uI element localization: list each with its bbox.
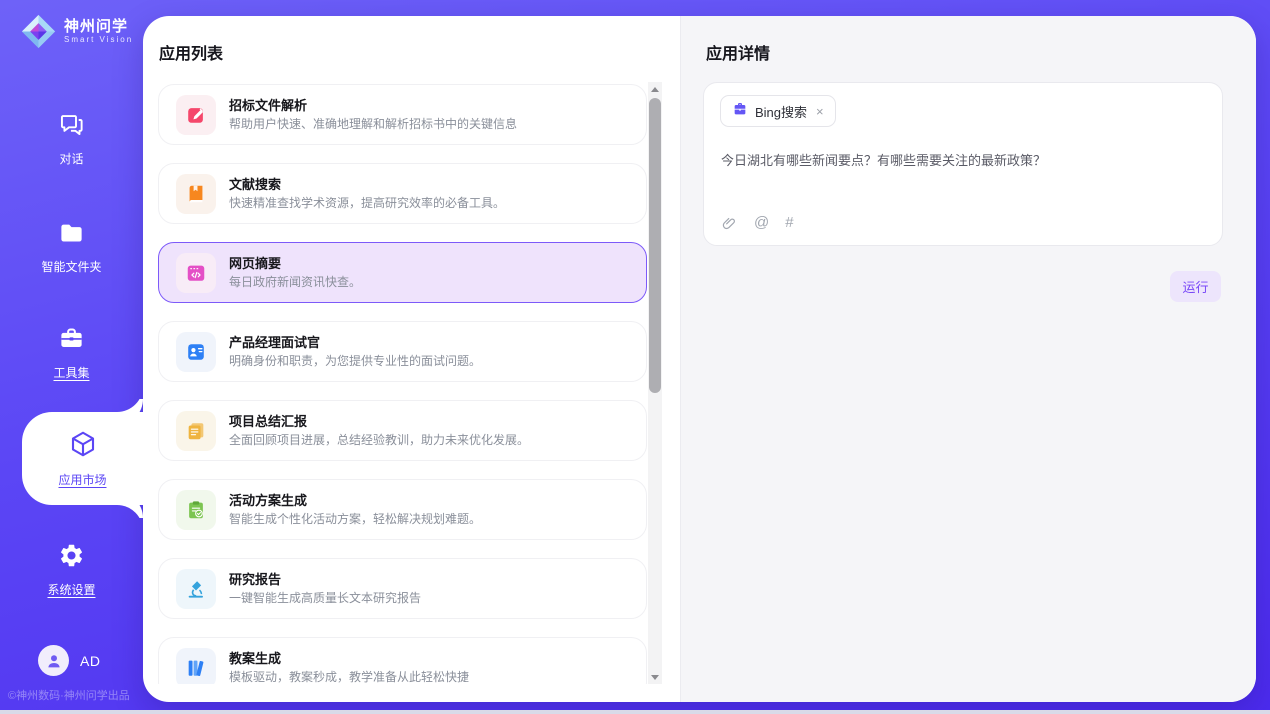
sidebar-item-对话[interactable]: 对话	[0, 104, 143, 174]
prompt-card[interactable]: Bing搜索 × 今日湖北有哪些新闻要点？有哪些需要关注的最新政策？ @ #	[703, 82, 1223, 246]
app-card-name: 产品经理面试官	[229, 334, 481, 351]
app-card-name: 项目总结汇报	[229, 413, 529, 430]
remove-tag-button[interactable]: ×	[816, 104, 824, 119]
sidebar-item-label: 对话	[59, 150, 83, 167]
app-card[interactable]: 研究报告一键智能生成高质量长文本研究报告	[158, 558, 647, 619]
sidebar-item-智能文件夹[interactable]: 智能文件夹	[0, 212, 143, 282]
sidebar-item-系统设置[interactable]: 系统设置	[0, 535, 143, 605]
app-card-name: 活动方案生成	[229, 492, 481, 509]
brand-subtitle: Smart Vision	[64, 35, 133, 45]
scrollbar-thumb[interactable]	[649, 98, 661, 393]
app-card-name: 网页摘要	[229, 255, 361, 272]
prompt-toolbar: @ #	[721, 214, 794, 232]
app-card[interactable]: 招标文件解析帮助用户快速、准确地理解和解析招标书中的关键信息	[158, 84, 647, 145]
app-card-description: 每日政府新闻资讯快查。	[229, 274, 361, 290]
triangle-down-icon	[651, 675, 659, 680]
app-card[interactable]: 网页摘要每日政府新闻资讯快查。	[158, 242, 647, 303]
folder-icon	[58, 219, 85, 251]
app-card-description: 明确身份和职责，为您提供专业性的面试问题。	[229, 353, 481, 369]
app-window: 神州问学 Smart Vision 对话智能文件夹工具集应用市场系统设置 AD …	[0, 0, 1270, 714]
app-card-name: 研究报告	[229, 571, 421, 588]
app-detail-panel: 应用详情 Bing搜索 × 今日湖北有哪些新闻要点？有哪些需要关注的最新政策？	[680, 16, 1256, 702]
scroll-down-button[interactable]	[648, 670, 662, 684]
app-detail-title: 应用详情	[706, 40, 770, 64]
sidebar-item-工具集[interactable]: 工具集	[0, 318, 143, 388]
app-card-description: 帮助用户快速、准确地理解和解析招标书中的关键信息	[229, 116, 517, 132]
report-doc-icon	[176, 411, 216, 451]
web-code-icon	[176, 253, 216, 293]
sidebar-item-label: 系统设置	[47, 581, 95, 598]
bid-edit-icon	[176, 95, 216, 135]
app-card[interactable]: 文献搜索快速精准查找学术资源，提高研究效率的必备工具。	[158, 163, 647, 224]
app-card[interactable]: 活动方案生成智能生成个性化活动方案，轻松解决规划难题。	[158, 479, 647, 540]
run-button[interactable]: 运行	[1170, 271, 1221, 302]
app-card-description: 一键智能生成高质量长文本研究报告	[229, 590, 421, 606]
sidebar-item-应用市场[interactable]: 应用市场	[22, 412, 143, 505]
app-card-name: 教案生成	[229, 650, 469, 667]
mention-icon[interactable]: @	[754, 214, 769, 232]
sidebar-item-label: 应用市场	[58, 471, 106, 488]
tool-tag[interactable]: Bing搜索 ×	[720, 95, 836, 127]
app-list-title: 应用列表	[159, 40, 223, 64]
sidebar: 神州问学 Smart Vision 对话智能文件夹工具集应用市场系统设置 AD	[0, 0, 143, 714]
window-bottom-edge	[0, 710, 1270, 714]
app-card-name: 招标文件解析	[229, 97, 517, 114]
user-initials: AD	[80, 653, 100, 669]
brand-diamond-icon	[20, 13, 57, 50]
brand-logo: 神州问学 Smart Vision	[20, 13, 133, 50]
tool-tag-label: Bing搜索	[755, 102, 807, 121]
main-panel: 应用列表 招标文件解析帮助用户快速、准确地理解和解析招标书中的关键信息文献搜索快…	[143, 16, 1256, 702]
book-icon	[176, 174, 216, 214]
toolbox-icon	[58, 325, 85, 357]
sidebar-item-label: 智能文件夹	[41, 258, 101, 275]
app-list-panel: 应用列表 招标文件解析帮助用户快速、准确地理解和解析招标书中的关键信息文献搜索快…	[143, 16, 680, 702]
research-icon	[176, 569, 216, 609]
triangle-up-icon	[651, 87, 659, 92]
app-card-description: 智能生成个性化活动方案，轻松解决规划难题。	[229, 511, 481, 527]
brand-name: 神州问学	[64, 18, 133, 35]
clipboard-check-icon	[176, 490, 216, 530]
paperclip-icon[interactable]	[721, 215, 738, 232]
cube-icon	[68, 429, 98, 464]
app-card[interactable]: 项目总结汇报全面回顾项目进展，总结经验教训，助力未来优化发展。	[158, 400, 647, 461]
app-card[interactable]: 产品经理面试官明确身份和职责，为您提供专业性的面试问题。	[158, 321, 647, 382]
app-card-description: 全面回顾项目进展，总结经验教训，助力未来优化发展。	[229, 432, 529, 448]
app-card[interactable]: 教案生成模板驱动，教案秒成，教学准备从此轻松快捷	[158, 637, 647, 684]
app-card-description: 快速精准查找学术资源，提高研究效率的必备工具。	[229, 195, 505, 211]
gear-icon	[58, 542, 85, 574]
chat-icon	[58, 111, 85, 143]
sidebar-item-label: 工具集	[53, 364, 89, 381]
scrollbar[interactable]	[648, 82, 662, 684]
interviewer-icon	[176, 332, 216, 372]
app-list: 招标文件解析帮助用户快速、准确地理解和解析招标书中的关键信息文献搜索快速精准查找…	[158, 82, 648, 684]
avatar	[38, 645, 69, 676]
prompt-text[interactable]: 今日湖北有哪些新闻要点？有哪些需要关注的最新政策？	[721, 151, 1202, 171]
scroll-up-button[interactable]	[648, 82, 662, 96]
app-card-description: 模板驱动，教案秒成，教学准备从此轻松快捷	[229, 669, 469, 684]
lesson-books-icon	[176, 648, 216, 685]
copyright: ©神州数码·神州问学出品	[8, 687, 130, 703]
topic-icon[interactable]: #	[785, 214, 793, 232]
briefcase-icon	[732, 101, 748, 122]
app-card-name: 文献搜索	[229, 176, 505, 193]
user-profile[interactable]: AD	[38, 645, 100, 676]
